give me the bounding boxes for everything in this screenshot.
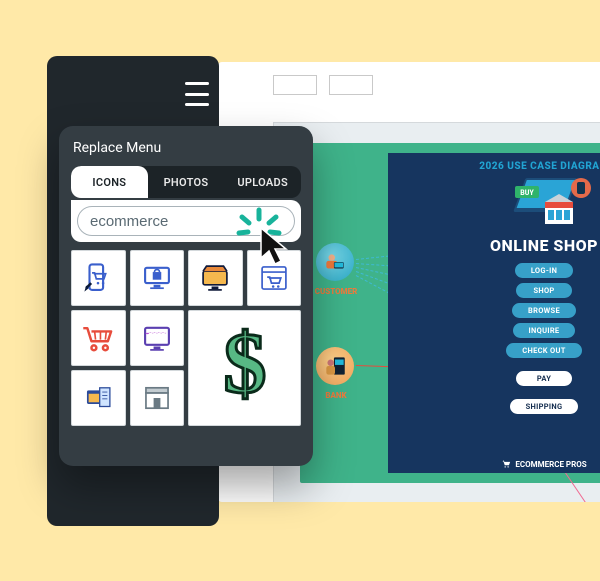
canvas-header <box>273 75 373 95</box>
monitor-bag-icon[interactable] <box>130 250 185 306</box>
header-placeholder[interactable] <box>329 75 373 95</box>
phone-cart-icon[interactable] <box>71 250 126 306</box>
buy-badge: BUY <box>520 189 534 197</box>
canvas-body[interactable]: CUSTOMER BANK 2026 USE CASE DIAGRAM <box>273 122 600 502</box>
pointer-cursor-icon <box>258 226 298 270</box>
step-pill-browse[interactable]: BROWSE <box>512 303 576 318</box>
icon-grid: $ <box>71 250 301 426</box>
poster-inner: 2026 USE CASE DIAGRAM BUY <box>388 153 600 473</box>
package-receipt-icon[interactable] <box>71 370 126 426</box>
poster-footer-text: ECOMMERCE PROS <box>515 460 586 469</box>
webstore-window-icon[interactable] <box>130 310 185 366</box>
poster-frame[interactable]: CUSTOMER BANK 2026 USE CASE DIAGRAM <box>300 143 600 483</box>
dollar-sign-icon[interactable]: $ <box>188 310 301 426</box>
poster-subtitle: 2026 USE CASE DIAGRAM <box>388 161 600 172</box>
tab-bar: ICONS PHOTOS UPLOADS <box>71 166 301 198</box>
replace-menu-panel: Replace Menu ICONS PHOTOS UPLOADS $ <box>59 126 313 466</box>
shopping-cart-icon[interactable] <box>71 310 126 366</box>
panel-title: Replace Menu <box>73 140 301 156</box>
tab-photos[interactable]: PHOTOS <box>148 166 225 198</box>
svg-text:$: $ <box>223 320 266 411</box>
step-pill-checkout[interactable]: CHECK OUT <box>506 343 581 358</box>
step-pill-shipping[interactable]: SHIPPING <box>510 399 579 414</box>
poster-hero-illustration: BUY <box>489 174 599 232</box>
customer-actor-icon[interactable] <box>316 243 354 281</box>
person-desk-icon <box>322 249 348 275</box>
tab-icons[interactable]: ICONS <box>71 166 148 198</box>
poster-heading: ONLINE SHOP <box>388 236 600 255</box>
actor-label-customer: CUSTOMER <box>308 287 364 296</box>
hamburger-icon[interactable] <box>175 80 219 108</box>
step-column: LOG-IN SHOP BROWSE INQUIRE CHECK OUT PAY… <box>388 263 600 414</box>
store-monitor-icon[interactable] <box>188 250 243 306</box>
actor-label-bank: BANK <box>308 391 364 400</box>
bank-actor-icon[interactable] <box>316 347 354 385</box>
step-pill-inquire[interactable]: INQUIRE <box>513 323 576 338</box>
header-placeholder[interactable] <box>273 75 317 95</box>
tab-uploads[interactable]: UPLOADS <box>224 166 301 198</box>
cart-icon <box>501 459 511 469</box>
person-atm-icon <box>322 353 348 379</box>
step-pill-login[interactable]: LOG-IN <box>515 263 573 278</box>
store-front-icon[interactable] <box>130 370 185 426</box>
poster-footer: ECOMMERCE PROS <box>388 459 600 469</box>
step-pill-shop[interactable]: SHOP <box>516 283 572 298</box>
step-pill-pay[interactable]: PAY <box>516 371 572 386</box>
